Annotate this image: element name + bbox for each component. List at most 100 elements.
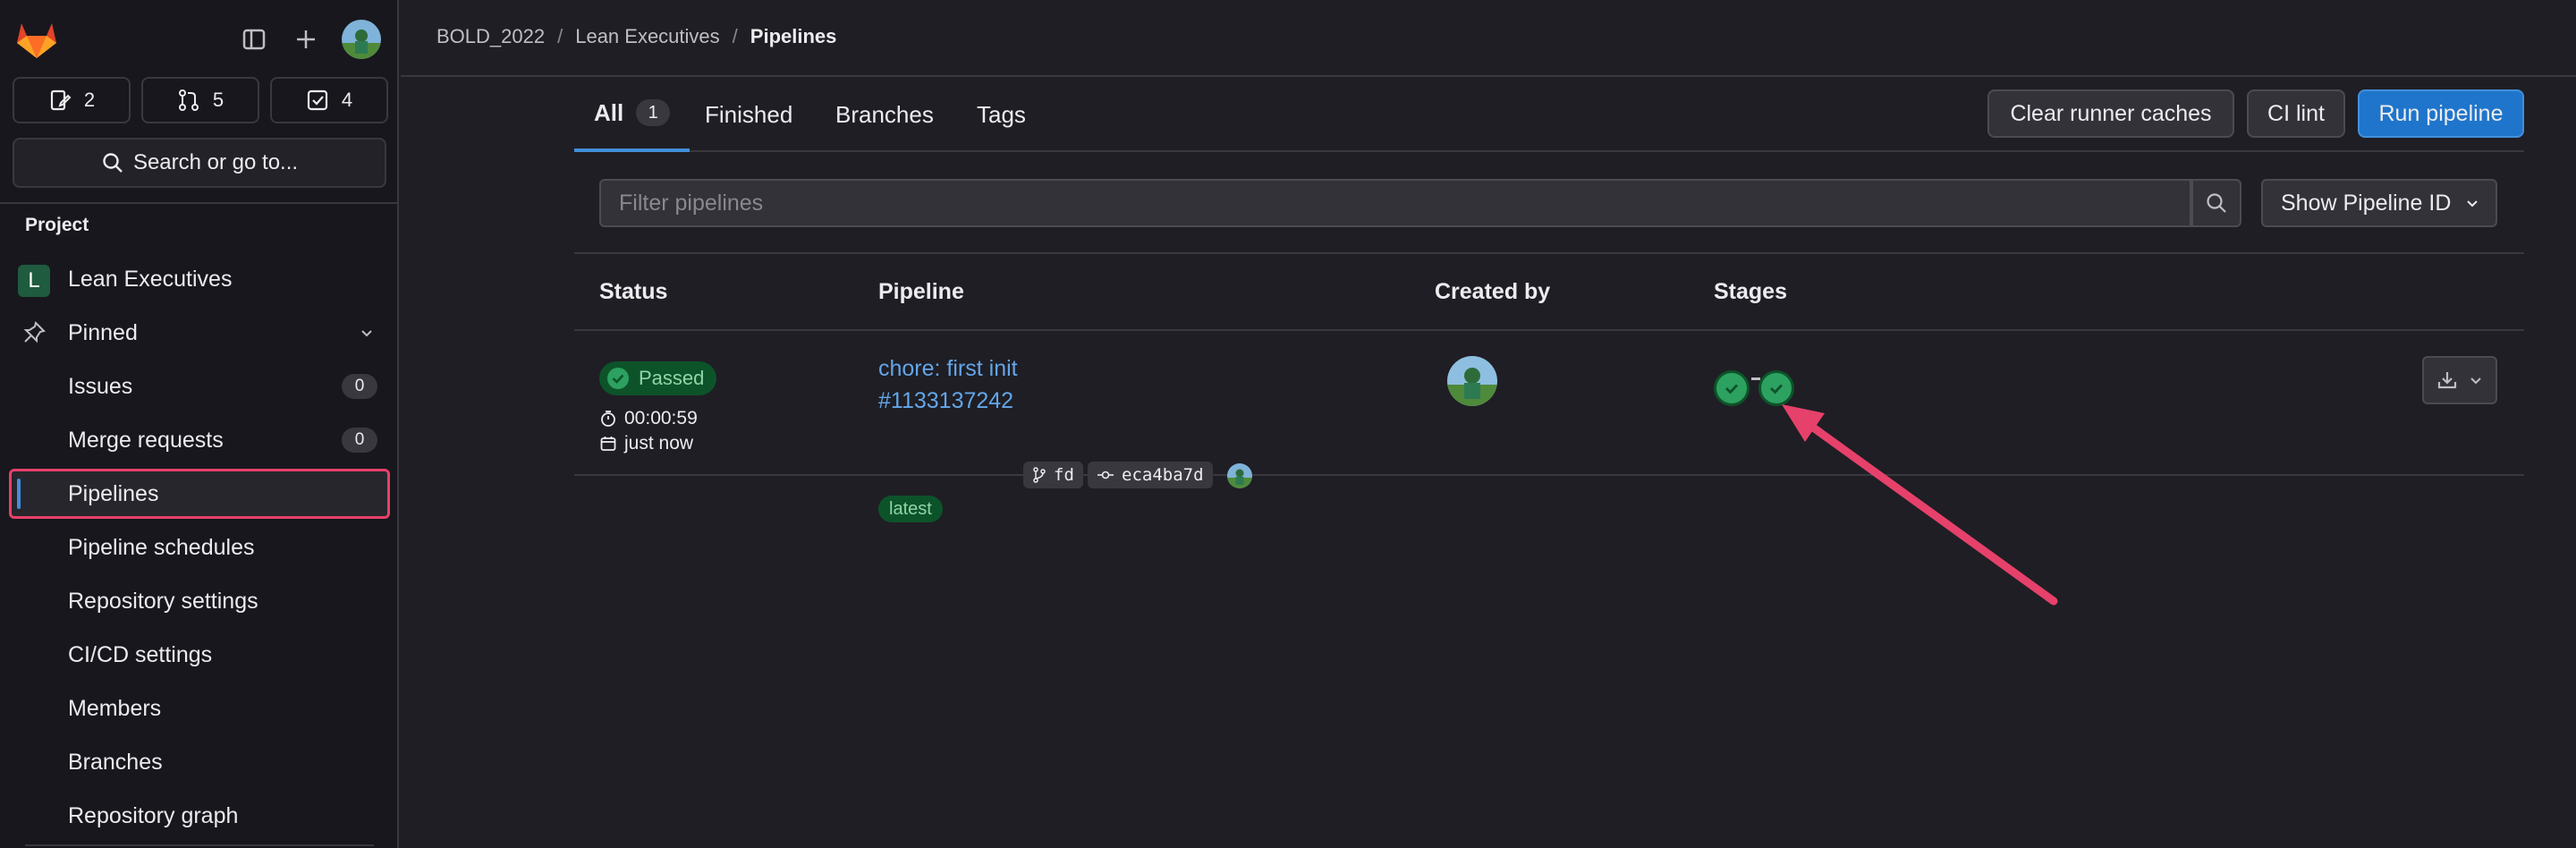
issues-icon xyxy=(50,89,72,111)
created-by-avatar[interactable] xyxy=(1447,356,1497,406)
sidebar-item-cicd-settings[interactable]: CI/CD settings xyxy=(9,630,390,680)
todos-count: 4 xyxy=(341,89,353,111)
column-stages: Stages xyxy=(1714,279,1787,304)
sidebar-item-label: Pipelines xyxy=(68,480,159,506)
sidebar-item-label: Members xyxy=(68,695,162,721)
toggle-sidebar-icon[interactable] xyxy=(234,20,274,59)
user-avatar[interactable] xyxy=(342,20,381,59)
chevron-down-icon xyxy=(2467,200,2479,208)
merge-request-icon xyxy=(178,89,199,111)
sidebar-item-label: Branches xyxy=(68,749,163,775)
create-new-icon[interactable] xyxy=(286,20,326,59)
todo-icon xyxy=(307,89,327,111)
sidebar-item-label: Repository graph xyxy=(68,802,239,828)
download-icon xyxy=(2437,372,2457,389)
merge-requests-count-button[interactable]: 5 xyxy=(141,77,259,123)
check-circle-icon xyxy=(607,368,629,389)
stage-status-icon[interactable] xyxy=(1714,370,1750,406)
sidebar-item-branches[interactable]: Branches xyxy=(9,737,390,787)
clear-runner-caches-button[interactable]: Clear runner caches xyxy=(1987,89,2234,138)
issues-badge: 0 xyxy=(342,374,377,399)
tab-all[interactable]: All 1 xyxy=(574,77,691,152)
project-name: Lean Executives xyxy=(68,266,233,292)
breadcrumb-separator: / xyxy=(732,25,738,47)
filter-bar: Filter pipelines Show Pipeline ID xyxy=(574,154,2524,254)
calendar-icon xyxy=(600,437,616,451)
latest-badge: latest xyxy=(878,496,943,522)
sidebar-item-members[interactable]: Members xyxy=(9,683,390,734)
status-badge[interactable]: Passed xyxy=(599,361,717,395)
merge-requests-badge: 0 xyxy=(342,428,377,453)
finished-value: just now xyxy=(624,433,694,454)
pipeline-id-dropdown[interactable]: Show Pipeline ID xyxy=(2261,179,2497,227)
check-icon xyxy=(1725,384,1739,394)
pinned-label: Pinned xyxy=(68,319,138,345)
tab-tags[interactable]: Tags xyxy=(977,77,1026,152)
sidebar-project-link[interactable]: L Lean Executives xyxy=(9,254,390,304)
column-status: Status xyxy=(599,279,668,304)
pipeline-id-link[interactable]: #1133137242 xyxy=(878,388,1013,414)
breadcrumb-current[interactable]: Pipelines xyxy=(750,25,837,48)
filter-pipelines-input[interactable]: Filter pipelines xyxy=(599,179,2191,227)
sidebar-item-label: CI/CD settings xyxy=(68,641,213,667)
sidebar-section-title: Project xyxy=(25,215,89,235)
pipeline-duration: 00:00:59 xyxy=(599,408,698,429)
tab-label: Tags xyxy=(977,100,1026,128)
sidebar-item-repository-settings[interactable]: Repository settings xyxy=(9,576,390,626)
status-label: Passed xyxy=(639,367,705,389)
sidebar-item-repository-graph[interactable]: Repository graph xyxy=(9,791,390,841)
sidebar-item-pipelines[interactable]: Pipelines xyxy=(9,469,390,519)
dropdown-label: Show Pipeline ID xyxy=(2281,190,2452,216)
search-icon xyxy=(2207,193,2226,213)
commit-sha: eca4ba7d xyxy=(1122,465,1204,485)
search-button[interactable]: Search or go to... xyxy=(13,138,386,188)
pipeline-finished: just now xyxy=(599,433,693,454)
check-icon xyxy=(1770,384,1784,394)
tab-finished[interactable]: Finished xyxy=(705,77,792,152)
sidebar-item-label: Issues xyxy=(68,373,133,399)
tab-label: Finished xyxy=(705,100,793,128)
table-header: Status Pipeline Created by Stages xyxy=(574,254,2524,331)
filter-search-button[interactable] xyxy=(2191,179,2241,227)
table-row: Passed 00:00:59 just now chore: first in… xyxy=(574,331,2524,522)
sidebar-item-issues[interactable]: Issues 0 xyxy=(9,361,390,411)
sidebar-pinned-toggle[interactable]: Pinned xyxy=(9,308,390,358)
sidebar-item-merge-requests[interactable]: Merge requests 0 xyxy=(9,415,390,465)
tab-label: Branches xyxy=(835,100,934,128)
commit-chip[interactable]: eca4ba7d xyxy=(1088,462,1213,488)
merge-requests-count: 5 xyxy=(212,89,225,111)
count-buttons: 2 5 4 xyxy=(13,77,388,123)
branch-name: fd xyxy=(1054,465,1074,485)
stage-connector xyxy=(1751,377,1760,380)
column-created-by: Created by xyxy=(1435,279,1551,304)
pipeline-title-link[interactable]: chore: first init xyxy=(878,356,1018,382)
commit-icon xyxy=(1097,471,1114,479)
download-artifacts-button[interactable] xyxy=(2422,356,2497,404)
pin-icon xyxy=(23,321,46,343)
chevron-down-icon xyxy=(361,330,372,337)
branch-icon xyxy=(1033,467,1046,483)
top-bar: BOLD_2022 / Lean Executives / Pipelines xyxy=(401,0,2576,77)
issues-count: 2 xyxy=(83,89,96,111)
sidebar-item-pipeline-schedules[interactable]: Pipeline schedules xyxy=(9,522,390,572)
tab-count-badge: 1 xyxy=(636,99,671,126)
todos-count-button[interactable]: 4 xyxy=(270,77,388,123)
breadcrumb-group[interactable]: BOLD_2022 xyxy=(436,25,545,48)
run-pipeline-button[interactable]: Run pipeline xyxy=(2358,89,2524,138)
issues-count-button[interactable]: 2 xyxy=(13,77,131,123)
branch-chip[interactable]: fd xyxy=(1023,462,1083,488)
sidebar-item-label: Merge requests xyxy=(68,427,224,453)
commit-author-avatar[interactable] xyxy=(1227,463,1252,488)
stage-status-icon[interactable] xyxy=(1758,370,1794,406)
breadcrumb-separator: / xyxy=(557,25,564,47)
project-avatar: L xyxy=(18,265,50,297)
gitlab-logo-icon[interactable] xyxy=(14,18,59,59)
breadcrumb-project[interactable]: Lean Executives xyxy=(575,25,719,48)
sidebar-header xyxy=(0,0,399,77)
tab-label: All xyxy=(594,98,624,126)
tab-branches[interactable]: Branches xyxy=(835,77,934,152)
column-pipeline: Pipeline xyxy=(878,279,964,304)
search-icon xyxy=(103,153,123,173)
search-label: Search or go to... xyxy=(132,150,299,174)
ci-lint-button[interactable]: CI lint xyxy=(2247,89,2345,138)
